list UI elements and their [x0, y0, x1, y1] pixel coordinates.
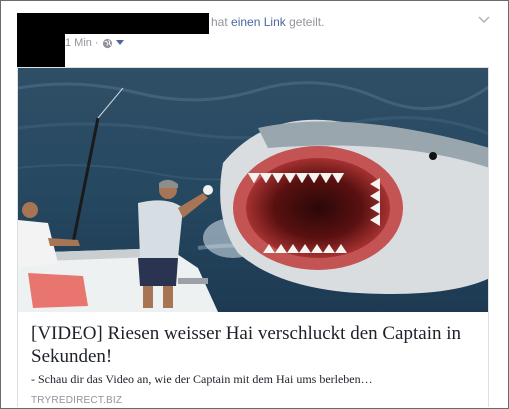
- chevron-down-icon[interactable]: [477, 15, 491, 25]
- meta-separator: ·: [94, 37, 99, 49]
- author-name-redacted[interactable]: [65, 13, 209, 34]
- post-action-line: hat einen Link geteilt.: [211, 15, 324, 29]
- link-title[interactable]: [VIDEO] Riesen weisser Hai verschluckt d…: [31, 322, 483, 368]
- shared-link-text[interactable]: einen Link: [231, 15, 286, 29]
- action-text: hat: [211, 15, 228, 29]
- post-meta: 1 Min ·: [65, 37, 124, 49]
- caret-down-icon[interactable]: [115, 40, 124, 46]
- action-suffix: geteilt.: [289, 15, 325, 29]
- link-description: - Schau dir das Video an, wie der Captai…: [31, 372, 373, 386]
- post-timestamp[interactable]: 1 Min: [65, 37, 92, 49]
- shark-photo[interactable]: [18, 68, 489, 312]
- globe-icon: [102, 38, 112, 48]
- link-domain: TRYREDIRECT.BIZ: [31, 395, 123, 406]
- facebook-post: hat einen Link geteilt. 1 Min · [VIDEO] …: [0, 0, 509, 409]
- avatar-redacted[interactable]: [17, 13, 65, 69]
- link-preview-card[interactable]: [VIDEO] Riesen weisser Hai verschluckt d…: [17, 67, 489, 407]
